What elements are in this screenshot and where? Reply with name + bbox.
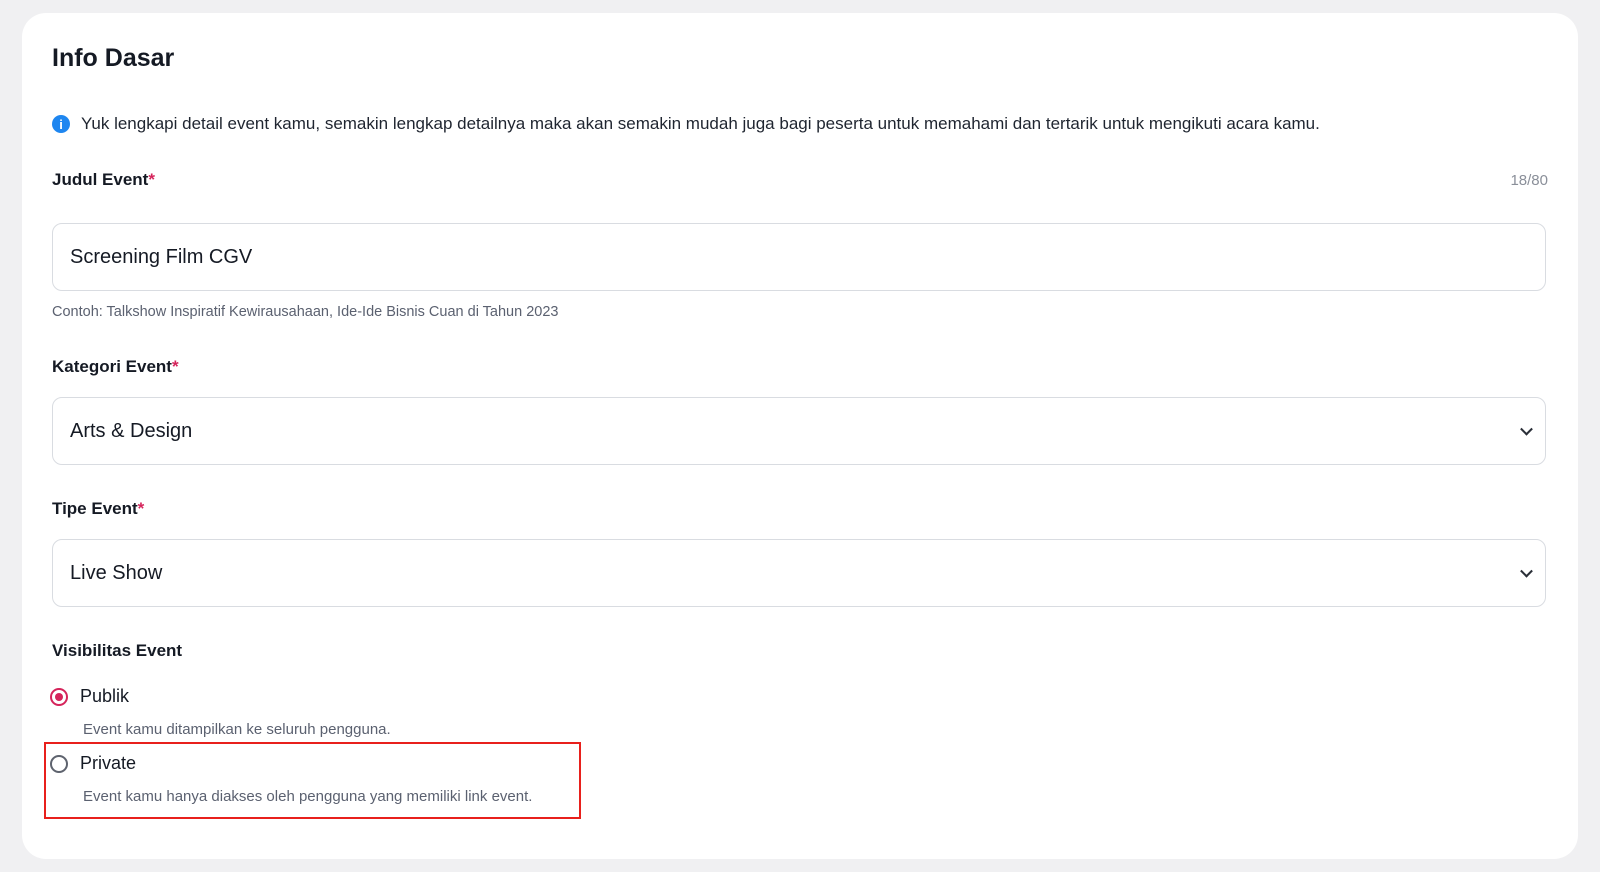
info-text: Yuk lengkapi detail event kamu, semakin … xyxy=(81,114,1320,133)
kategori-event-label: Kategori Event* xyxy=(52,357,179,376)
required-mark: * xyxy=(137,499,145,518)
tipe-event-label: Tipe Event* xyxy=(52,499,145,518)
chevron-down-icon xyxy=(1520,422,1533,436)
judul-event-value: Screening Film CGV xyxy=(70,245,253,268)
visibilitas-event-label: Visibilitas Event xyxy=(52,641,183,660)
required-mark: * xyxy=(171,357,179,376)
tipe-event-select[interactable]: Live Show xyxy=(52,539,1546,607)
character-counter: 18/80 xyxy=(1510,172,1548,189)
highlight-box xyxy=(44,742,581,819)
radio-option-publik[interactable]: Publik xyxy=(50,686,129,707)
required-mark: * xyxy=(148,170,155,189)
judul-event-label: Judul Event* xyxy=(52,170,155,189)
radio-label-publik: Publik xyxy=(80,686,130,706)
judul-event-hint: Contoh: Talkshow Inspiratif Kewirausahaa… xyxy=(52,304,559,320)
kategori-event-select[interactable]: Arts & Design xyxy=(52,397,1546,465)
info-note: i Yuk lengkapi detail event kamu, semaki… xyxy=(52,114,1320,134)
info-icon: i xyxy=(52,115,70,133)
section-title: Info Dasar xyxy=(52,44,175,72)
radio-description-publik: Event kamu ditampilkan ke seluruh penggu… xyxy=(83,721,391,738)
judul-event-input[interactable]: Screening Film CGV xyxy=(52,223,1546,291)
radio-button-publik[interactable] xyxy=(50,687,68,706)
tipe-event-value: Live Show xyxy=(70,561,163,584)
chevron-down-icon xyxy=(1520,564,1533,578)
kategori-event-value: Arts & Design xyxy=(70,419,193,442)
